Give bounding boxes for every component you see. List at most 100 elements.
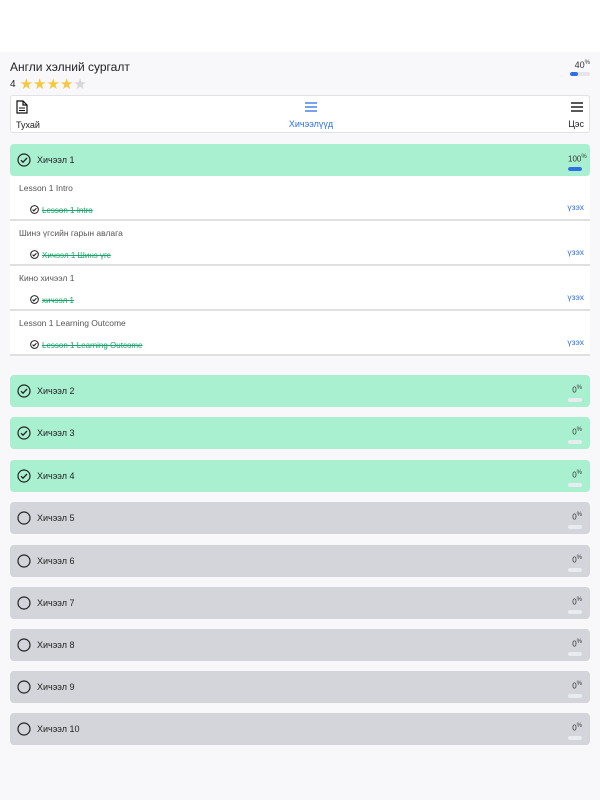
- lesson-item: Lesson 1 Learning Outcome Lesson 1 Learn…: [10, 311, 590, 356]
- lesson-name: Хичээл 2: [37, 386, 75, 396]
- document-icon: [16, 100, 28, 119]
- lesson-progress: 0%: [568, 637, 582, 656]
- star-empty-icon: ★: [73, 76, 87, 93]
- lesson-item-entry: Lesson 1 Learning Outcome: [30, 336, 143, 354]
- course-rating: 4 ★ ★ ★ ★ ★: [10, 77, 87, 92]
- lesson-header-8[interactable]: Хичээл 8 0%: [10, 629, 590, 661]
- lesson-name: Хичээл 3: [37, 428, 75, 438]
- check-circle-icon: [17, 153, 31, 167]
- lesson-progress: 0%: [568, 510, 582, 529]
- lesson-item-name: хичээл 1: [42, 295, 74, 305]
- empty-circle-icon: [17, 596, 31, 610]
- lesson-name: Хичээл 6: [37, 556, 75, 566]
- lesson-progress: 100%: [568, 152, 587, 171]
- empty-circle-icon: [17, 554, 31, 568]
- lesson-progress-unit: %: [576, 681, 582, 687]
- lesson-progress-unit: %: [576, 723, 582, 729]
- view-link[interactable]: үзэх: [567, 202, 584, 212]
- star-icon: ★: [33, 76, 47, 93]
- lesson-progress-bar: [568, 397, 582, 402]
- tab-lessons-label: Хичээлүүд: [288, 119, 334, 129]
- lesson-progress-fill: [568, 166, 582, 171]
- empty-circle-icon: [17, 511, 31, 525]
- lesson-progress-bar: [568, 693, 582, 698]
- check-circle-icon: [30, 201, 39, 219]
- lesson-progress: 0%: [568, 553, 582, 572]
- lesson-name: Хичээл 4: [37, 471, 75, 481]
- check-circle-icon: [17, 384, 31, 398]
- tab-menu-label: Цэс: [568, 119, 584, 129]
- lesson-item: Кино хичээл 1 хичээл 1 үзэх: [10, 266, 590, 311]
- lesson-item-title: Шинэ үгсийн гарын авлага: [19, 228, 123, 238]
- lesson-progress: 0%: [568, 679, 582, 698]
- check-circle-icon: [30, 336, 39, 354]
- lesson-progress-unit: %: [576, 470, 582, 476]
- lesson-item-title: Lesson 1 Learning Outcome: [19, 318, 126, 328]
- lesson-header-9[interactable]: Хичээл 9 0%: [10, 671, 590, 703]
- lesson-header-6[interactable]: Хичээл 6 0%: [10, 545, 590, 577]
- lesson-progress-bar: [568, 609, 582, 614]
- lesson-item-name: Lesson 1 Intro: [42, 205, 93, 215]
- lesson-progress-unit: %: [581, 154, 587, 160]
- lesson-header-7[interactable]: Хичээл 7 0%: [10, 587, 590, 619]
- lesson-name: Хичээл 5: [37, 513, 75, 523]
- tab-lessons[interactable]: Хичээлүүд: [281, 100, 341, 129]
- lesson-progress-unit: %: [576, 597, 582, 603]
- lesson-header-2[interactable]: Хичээл 2 0%: [10, 375, 590, 407]
- course-progress-value: 40: [574, 60, 585, 70]
- empty-circle-icon: [17, 638, 31, 652]
- lesson-item-name: Хичээл 1 Шинэ үгс: [42, 250, 111, 260]
- lesson-name: Хичээл 7: [37, 598, 75, 608]
- lesson-progress-unit: %: [576, 639, 582, 645]
- lesson-name: Хичээл 10: [37, 724, 80, 734]
- lesson-progress-bar: [568, 482, 582, 487]
- hamburger-icon: [570, 100, 584, 118]
- lesson-item-entry: Lesson 1 Intro: [30, 201, 93, 219]
- lesson-progress-bar: [568, 166, 582, 171]
- lesson-progress: 0%: [568, 595, 582, 614]
- lesson-item-title: Кино хичээл 1: [19, 273, 75, 283]
- view-link[interactable]: үзэх: [567, 292, 584, 302]
- course-progress: 40%: [570, 58, 590, 76]
- star-icon: ★: [59, 76, 74, 93]
- tab-menu[interactable]: Цэс: [568, 100, 584, 129]
- top-bar: [0, 0, 600, 52]
- star-icon: ★: [46, 76, 60, 93]
- check-circle-icon: [30, 291, 39, 309]
- lesson-item-title: Lesson 1 Intro: [19, 183, 73, 193]
- view-link[interactable]: үзэх: [567, 337, 584, 347]
- list-icon: [304, 100, 318, 118]
- lesson-progress: 0%: [568, 425, 582, 444]
- lesson-progress-bar: [568, 651, 582, 656]
- lesson-item: Шинэ үгсийн гарын авлага Хичээл 1 Шинэ ү…: [10, 221, 590, 266]
- lesson-item-entry: хичээл 1: [30, 291, 74, 309]
- course-title: Англи хэлний сургалт: [10, 60, 130, 74]
- lesson-item: Lesson 1 Intro Lesson 1 Intro үзэх: [10, 176, 590, 221]
- lesson-name: Хичээл 1: [37, 155, 75, 165]
- star-icon: ★: [19, 76, 34, 93]
- empty-circle-icon: [17, 722, 31, 736]
- lesson-item-name: Lesson 1 Learning Outcome: [42, 340, 143, 350]
- view-link[interactable]: үзэх: [567, 247, 584, 257]
- lesson-progress-unit: %: [576, 555, 582, 561]
- check-circle-icon: [17, 426, 31, 440]
- tab-about-label: Тухай: [16, 120, 40, 130]
- lesson-progress-unit: %: [576, 427, 582, 433]
- course-progress-fill: [570, 72, 578, 76]
- lesson-header-3[interactable]: Хичээл 3 0%: [10, 417, 590, 449]
- lesson-item-entry: Хичээл 1 Шинэ үгс: [30, 246, 111, 264]
- tab-about[interactable]: Тухай: [16, 100, 40, 130]
- lesson-name: Хичээл 9: [37, 682, 75, 692]
- lesson-progress: 0%: [568, 383, 582, 402]
- lesson-header-1[interactable]: Хичээл 1 100%: [10, 144, 590, 176]
- lesson-header-4[interactable]: Хичээл 4 0%: [10, 460, 590, 492]
- rating-value: 4: [10, 79, 16, 90]
- course-progress-bar: [570, 72, 590, 76]
- lesson-name: Хичээл 8: [37, 640, 75, 650]
- lesson-progress-bar: [568, 567, 582, 572]
- empty-circle-icon: [17, 680, 31, 694]
- lesson-header-5[interactable]: Хичээл 5 0%: [10, 502, 590, 534]
- lesson-progress: 0%: [568, 468, 582, 487]
- lesson-progress-unit: %: [576, 512, 582, 518]
- lesson-header-10[interactable]: Хичээл 10 0%: [10, 713, 590, 745]
